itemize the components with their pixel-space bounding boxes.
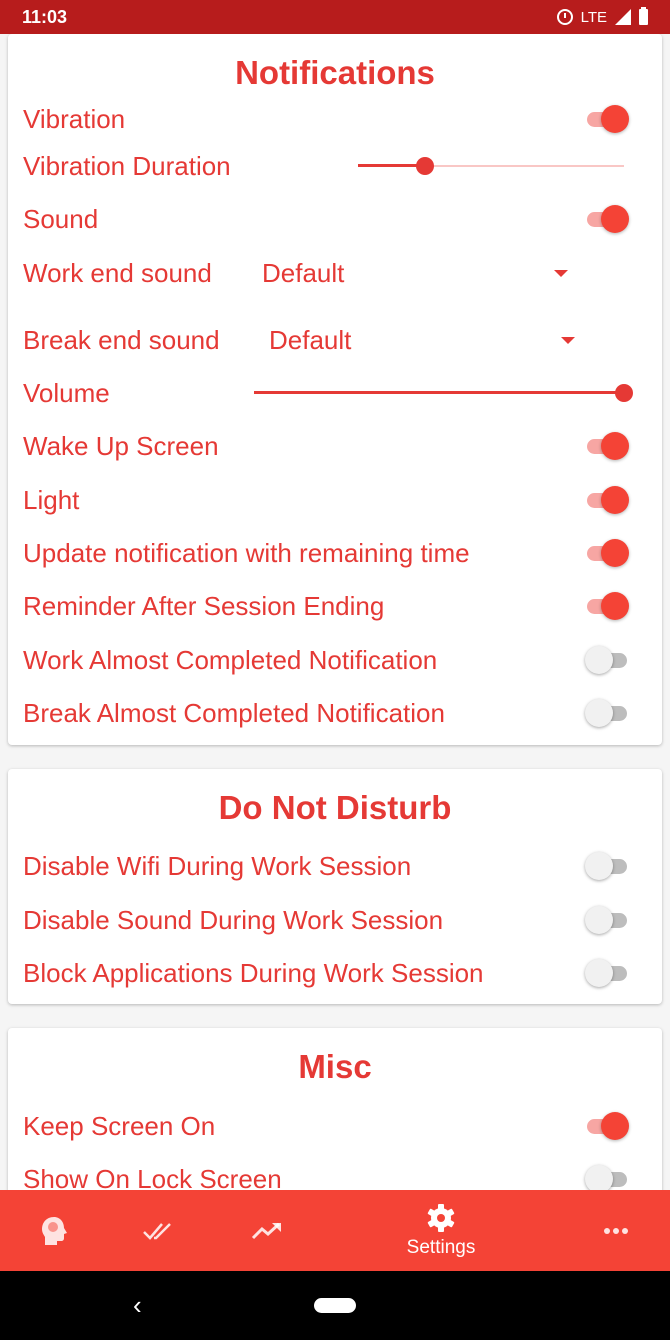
- disable-wifi-toggle[interactable]: [585, 852, 629, 880]
- update-notification-label: Update notification with remaining time: [23, 537, 470, 568]
- break-almost-toggle[interactable]: [585, 699, 629, 727]
- reminder-label: Reminder After Session Ending: [23, 590, 385, 621]
- vibration-toggle[interactable]: [585, 105, 629, 133]
- work-almost-toggle[interactable]: [585, 646, 629, 674]
- volume-slider[interactable]: [254, 383, 633, 403]
- work-almost-label: Work Almost Completed Notification: [23, 644, 438, 675]
- show-on-lock-label: Show On Lock Screen: [23, 1163, 282, 1191]
- disable-sound-label: Disable Sound During Work Session: [23, 904, 444, 935]
- show-on-lock-row[interactable]: Show On Lock Screen: [23, 1154, 647, 1190]
- double-check-icon: [143, 1222, 171, 1240]
- nav-settings[interactable]: Settings: [401, 1190, 481, 1271]
- nav-settings-label: Settings: [406, 1236, 476, 1258]
- work-end-sound-label: Work end sound: [23, 257, 212, 288]
- wake-up-screen-label: Wake Up Screen: [23, 430, 219, 461]
- vibration-row[interactable]: Vibration: [23, 94, 647, 144]
- light-label: Light: [23, 484, 80, 515]
- disable-wifi-label: Disable Wifi During Work Session: [23, 850, 412, 881]
- gear-icon: [427, 1203, 455, 1232]
- status-time: 11:03: [22, 6, 68, 27]
- break-end-sound-row: Break end sound Default: [23, 315, 647, 365]
- wake-up-screen-row[interactable]: Wake Up Screen: [23, 421, 647, 471]
- update-notification-row[interactable]: Update notification with remaining time: [23, 528, 647, 578]
- reminder-toggle[interactable]: [585, 592, 629, 620]
- volume-row: Volume: [23, 368, 647, 418]
- status-bar: 11:03 LTE: [0, 0, 670, 34]
- block-apps-row[interactable]: Block Applications During Work Session: [23, 948, 647, 998]
- trending-up-icon: [251, 1222, 281, 1239]
- disable-sound-row[interactable]: Disable Sound During Work Session: [23, 895, 647, 945]
- more-horizontal-icon: [604, 1227, 628, 1234]
- vibration-duration-slider[interactable]: [358, 156, 624, 176]
- show-on-lock-toggle[interactable]: [585, 1165, 629, 1190]
- keep-screen-on-label: Keep Screen On: [23, 1110, 216, 1141]
- dropdown-arrow-icon: [561, 337, 575, 344]
- battery-icon: [639, 7, 648, 25]
- volume-label: Volume: [23, 377, 110, 408]
- break-end-sound-value: Default: [269, 324, 352, 355]
- nav-timer[interactable]: [14, 1190, 94, 1271]
- work-end-sound-select[interactable]: Default: [262, 248, 572, 298]
- notifications-card: Notifications Vibration Vibration Durati…: [8, 34, 662, 745]
- alarm-icon: [556, 9, 573, 25]
- break-almost-label: Break Almost Completed Notification: [23, 697, 445, 728]
- vibration-label: Vibration: [23, 103, 126, 134]
- home-button[interactable]: [314, 1298, 356, 1313]
- break-end-sound-select[interactable]: Default: [269, 315, 579, 365]
- vibration-duration-row: Vibration Duration: [23, 141, 647, 191]
- dropdown-arrow-icon: [554, 270, 568, 277]
- bottom-navigation: Settings: [0, 1190, 670, 1271]
- network-type: LTE: [580, 8, 607, 26]
- light-toggle[interactable]: [585, 486, 629, 514]
- block-apps-toggle[interactable]: [585, 959, 629, 987]
- dnd-card: Do Not Disturb Disable Wifi During Work …: [8, 769, 662, 1004]
- sound-label: Sound: [23, 203, 99, 234]
- notifications-title: Notifications: [235, 54, 435, 91]
- reminder-row[interactable]: Reminder After Session Ending: [23, 581, 647, 631]
- wake-up-screen-toggle[interactable]: [585, 432, 629, 460]
- signal-icon: [615, 9, 631, 25]
- break-end-sound-label: Break end sound: [23, 324, 220, 355]
- settings-scroll[interactable]: Notifications Vibration Vibration Durati…: [0, 34, 670, 1190]
- block-apps-label: Block Applications During Work Session: [23, 957, 484, 988]
- nav-statistics[interactable]: [227, 1190, 307, 1271]
- sound-row[interactable]: Sound: [23, 194, 647, 244]
- keep-screen-on-toggle[interactable]: [585, 1112, 629, 1140]
- work-almost-row[interactable]: Work Almost Completed Notification: [23, 635, 647, 685]
- keep-screen-on-row[interactable]: Keep Screen On: [23, 1101, 647, 1151]
- misc-card: Misc Keep Screen On Show On Lock Screen: [8, 1028, 662, 1190]
- disable-wifi-row[interactable]: Disable Wifi During Work Session: [23, 841, 647, 891]
- brain-head-icon: [42, 1216, 67, 1245]
- break-almost-row[interactable]: Break Almost Completed Notification: [23, 688, 647, 738]
- sound-toggle[interactable]: [585, 205, 629, 233]
- work-end-sound-row: Work end sound Default: [23, 248, 647, 298]
- nav-tasks[interactable]: [120, 1190, 200, 1271]
- back-icon[interactable]: ‹: [133, 1292, 155, 1318]
- vibration-duration-label: Vibration Duration: [23, 150, 231, 181]
- nav-more[interactable]: [576, 1190, 656, 1271]
- dnd-title: Do Not Disturb: [218, 789, 452, 826]
- update-notification-toggle[interactable]: [585, 539, 629, 567]
- system-navigation-bar: ‹: [0, 1271, 670, 1340]
- disable-sound-toggle[interactable]: [585, 906, 629, 934]
- status-icons: LTE: [556, 7, 648, 26]
- light-row[interactable]: Light: [23, 475, 647, 525]
- misc-title: Misc: [298, 1048, 372, 1085]
- work-end-sound-value: Default: [262, 257, 345, 288]
